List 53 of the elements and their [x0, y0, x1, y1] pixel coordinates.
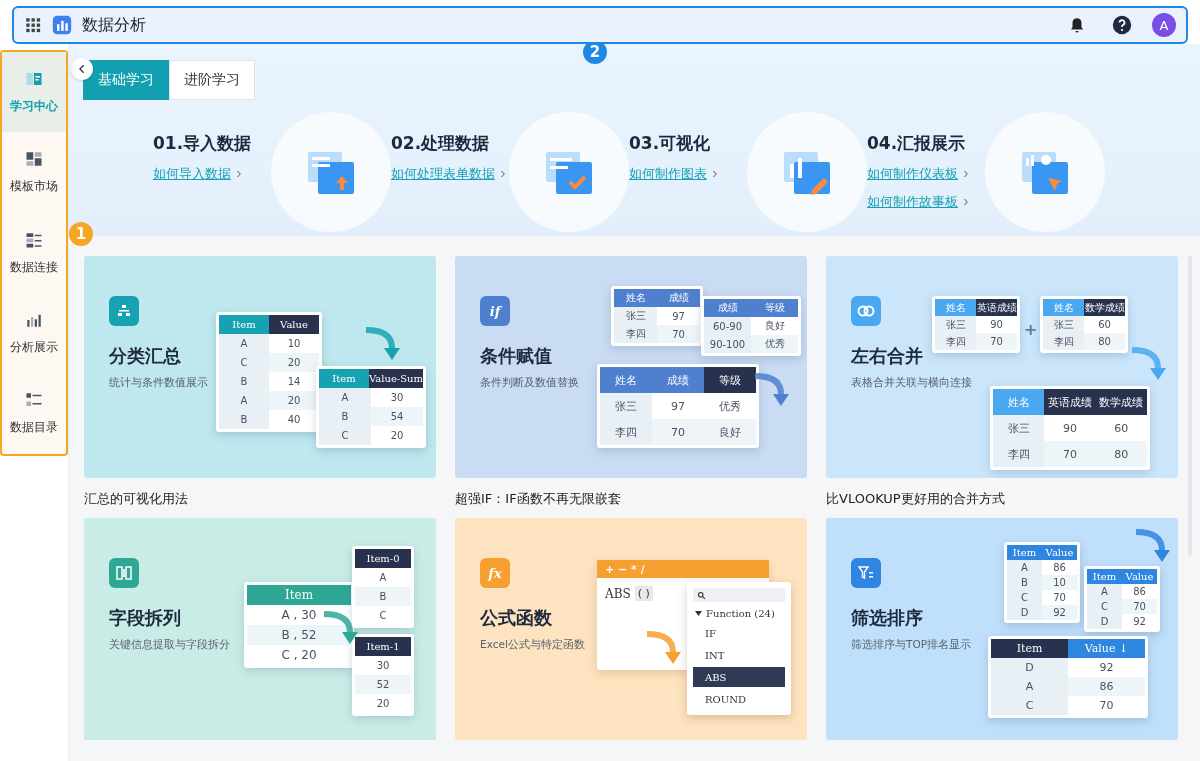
plus-sign: +	[1024, 320, 1038, 339]
tutorial-link[interactable]: 如何处理表单数据	[391, 165, 495, 183]
card-title: 分类汇总	[109, 344, 182, 368]
table-illustration: Item Value-Sum A 30 B 54 C 20	[316, 366, 426, 448]
app-title: 数据分析	[82, 14, 146, 36]
function-list: Function (24) IF INT ABS ROUND	[687, 582, 791, 715]
table-illustration: Item A , 30 B , 52 C , 20	[244, 582, 354, 668]
card-caption: 比VLOOKUP更好用的合并方式	[826, 490, 1006, 508]
table-illustration: Item Value ↓ D 92 A 86 C 70	[988, 636, 1148, 718]
annotation-marker: 2	[583, 44, 607, 64]
card-title: 公式函数	[480, 606, 553, 630]
step-title: 04.汇报展示	[867, 132, 967, 155]
sidebar-item[interactable]: 学习中心	[2, 52, 66, 133]
tutorial-link[interactable]: 如何制作图表	[629, 165, 707, 183]
table-illustration: 姓名 成绩 等级 张三 97 优秀 李四 70 良好	[597, 364, 759, 448]
table-illustration: 姓名 数学成绩 张三 60 李四 80	[1040, 296, 1128, 353]
tab[interactable]: 进阶学习	[169, 60, 255, 100]
card-title: 筛选排序	[851, 606, 924, 630]
annotation-marker: 1	[69, 222, 93, 246]
card-subtitle: 条件判断及数值替换	[480, 376, 579, 390]
card-title: 条件赋值	[480, 344, 553, 368]
card-subtitle: Excel公式与特定函数	[480, 638, 585, 652]
function-icon: if	[480, 296, 510, 326]
sidebar-item[interactable]: 数据目录	[2, 373, 66, 455]
card-title: 左右合并	[851, 344, 924, 368]
user-avatar[interactable]: A	[1152, 13, 1176, 37]
table-illustration: 成绩 等级 60-90 良好 90-100 优秀	[701, 296, 801, 356]
table-illustration: 姓名 英语成绩 数学成绩 张三 90 60 李四 70 80	[990, 386, 1150, 470]
card-title: 字段拆列	[109, 606, 182, 630]
table-illustration: Item Value A 86 C 70 D 92	[1084, 566, 1160, 632]
sidebar-item[interactable]: 分析展示	[2, 293, 66, 374]
card-caption: 超强IF：IF函数不再无限嵌套	[455, 490, 622, 508]
table-illustration: Item Value A 86 B 10 C 70 D 92	[1004, 542, 1080, 623]
table-illustration: Item-1 30 52 20	[352, 634, 414, 716]
table-illustration: 姓名 成绩 张三 97 李四 70	[611, 286, 703, 346]
table-illustration: Item Value A 10 C 20 B 14 A 20 B 40	[216, 312, 322, 432]
tutorial-link[interactable]: 如何导入数据	[153, 165, 231, 183]
step-title: 02.处理数据	[391, 132, 491, 155]
step-title: 03.可视化	[629, 132, 712, 155]
table-illustration: Item-0 A B C	[352, 546, 414, 628]
tutorial-link[interactable]: 如何制作仪表板	[867, 165, 958, 183]
tutorial-link[interactable]: 如何制作故事板	[867, 193, 958, 211]
table-illustration: 姓名 英语成绩 张三 90 李四 70	[932, 296, 1020, 353]
tab[interactable]: 基础学习	[83, 60, 169, 100]
sidebar-item[interactable]: 模板市场	[2, 132, 66, 213]
function-icon: fx	[480, 558, 510, 588]
sidebar-item[interactable]: 数据连接	[2, 212, 66, 294]
step-title: 01.导入数据	[153, 132, 253, 155]
card-subtitle: 统计与条件数值展示	[109, 376, 208, 390]
card-subtitle: 关键信息提取与字段拆分	[109, 638, 230, 652]
card-subtitle: 表格合并关联与横向连接	[851, 376, 972, 390]
card-caption: 汇总的可视化用法	[84, 490, 189, 508]
card-subtitle: 筛选排序与TOP排名显示	[851, 638, 971, 652]
